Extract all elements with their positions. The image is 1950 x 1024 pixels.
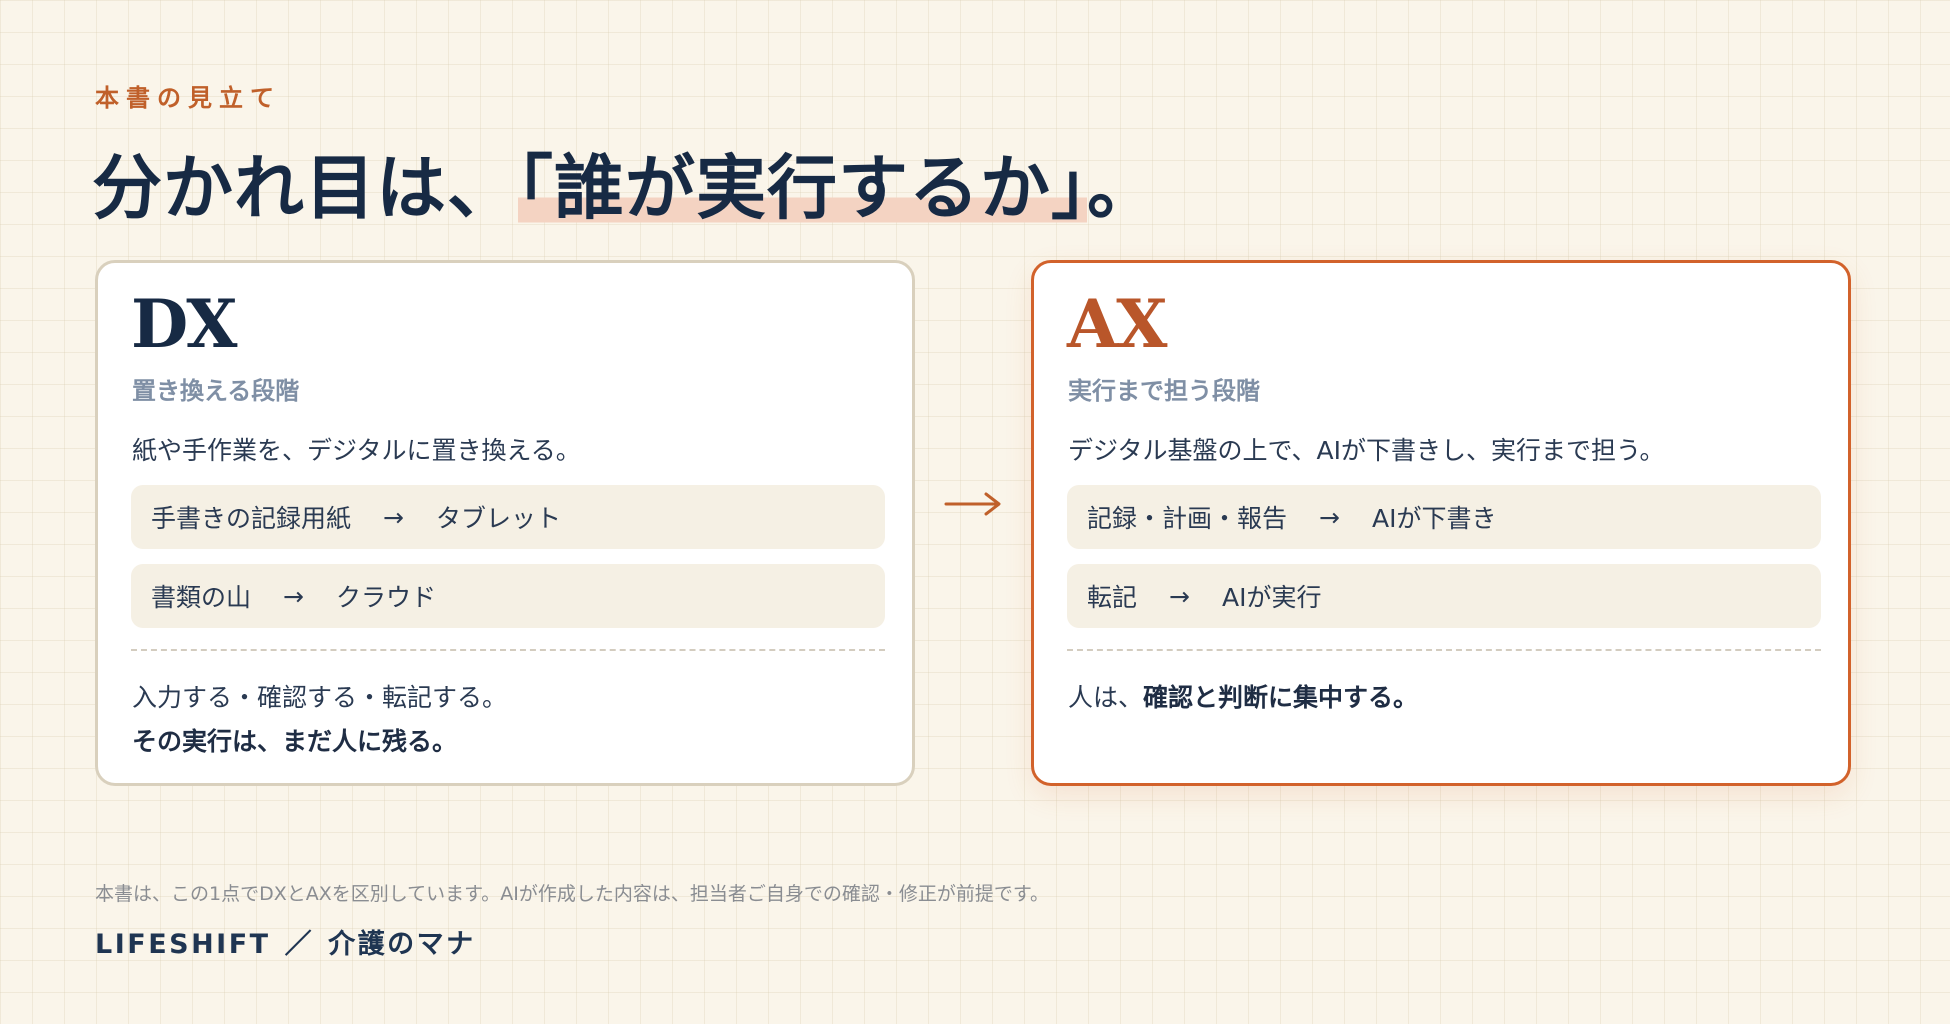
brand-separator: ／ (284, 929, 315, 960)
arrow-right-icon: → (1319, 502, 1340, 532)
example-from: 手書きの記録用紙 (151, 504, 352, 533)
example-from: 記録・計画・報告 (1087, 504, 1288, 533)
example-from: 転記 (1087, 583, 1138, 612)
ax-title: AX (1067, 285, 1167, 363)
page-title: 分かれ目は、「誰が実行するか」。 (92, 132, 1158, 233)
ax-example-row: 記録・計画・報告 → AIが下書き (1067, 485, 1821, 549)
example-to: AIが下書き (1371, 504, 1497, 533)
arrow-right-icon: → (283, 581, 304, 611)
dx-example-row: 手書きの記録用紙 → タブレット (131, 485, 885, 549)
arrow-right-icon: → (1169, 581, 1190, 611)
section-eyebrow: 本書の見立て (95, 84, 281, 112)
ax-example-row: 転記 → AIが実行 (1067, 564, 1821, 628)
dx-card: DX 置き換える段階 紙や手作業を、デジタルに置き換える。 手書きの記録用紙 →… (95, 260, 915, 786)
brand-left: LIFESHIFT (95, 929, 271, 960)
ax-note-bold: 確認と判断に集中する。 (1143, 683, 1419, 712)
example-to: AIが実行 (1221, 583, 1322, 612)
dx-description: 紙や手作業を、デジタルに置き換える。 (132, 436, 581, 465)
footer-note: 本書は、この1点でDXとAXを区別しています。AIが作成した内容は、担当者ご自身… (95, 883, 1049, 905)
dx-title: DX (131, 285, 237, 363)
arrow-right-icon (944, 492, 1001, 516)
headline-pre: 分かれ目は、 (92, 146, 518, 229)
ax-card: AX 実行まで担う段階 デジタル基盤の上で、AIが下書きし、実行まで担う。 記録… (1031, 260, 1851, 786)
brand-logo: LIFESHIFT ／ 介護のマナ (95, 922, 476, 961)
ax-note: 人は、確認と判断に集中する。 (1068, 678, 1418, 714)
example-to: クラウド (335, 583, 436, 612)
arrow-right-icon: → (383, 502, 404, 532)
headline-highlight: 「誰が実行するか」 (518, 146, 1087, 229)
dx-note-line1: 入力する・確認する・転記する。 (132, 683, 508, 712)
ax-subtitle: 実行まで担う段階 (1068, 377, 1260, 405)
dx-subtitle: 置き換える段階 (132, 377, 300, 405)
dx-note-line2: その実行は、まだ人に残る。 (132, 727, 458, 756)
ax-note-pre: 人は、 (1068, 683, 1144, 712)
ax-description: デジタル基盤の上で、AIが下書きし、実行まで担う。 (1068, 436, 1665, 465)
example-from: 書類の山 (151, 583, 252, 612)
brand-right: 介護のマナ (328, 929, 476, 960)
dashed-divider (1067, 649, 1821, 651)
example-to: タブレット (435, 504, 561, 533)
headline-post: 。 (1087, 146, 1158, 229)
dashed-divider (131, 649, 885, 651)
dx-example-row: 書類の山 → クラウド (131, 564, 885, 628)
